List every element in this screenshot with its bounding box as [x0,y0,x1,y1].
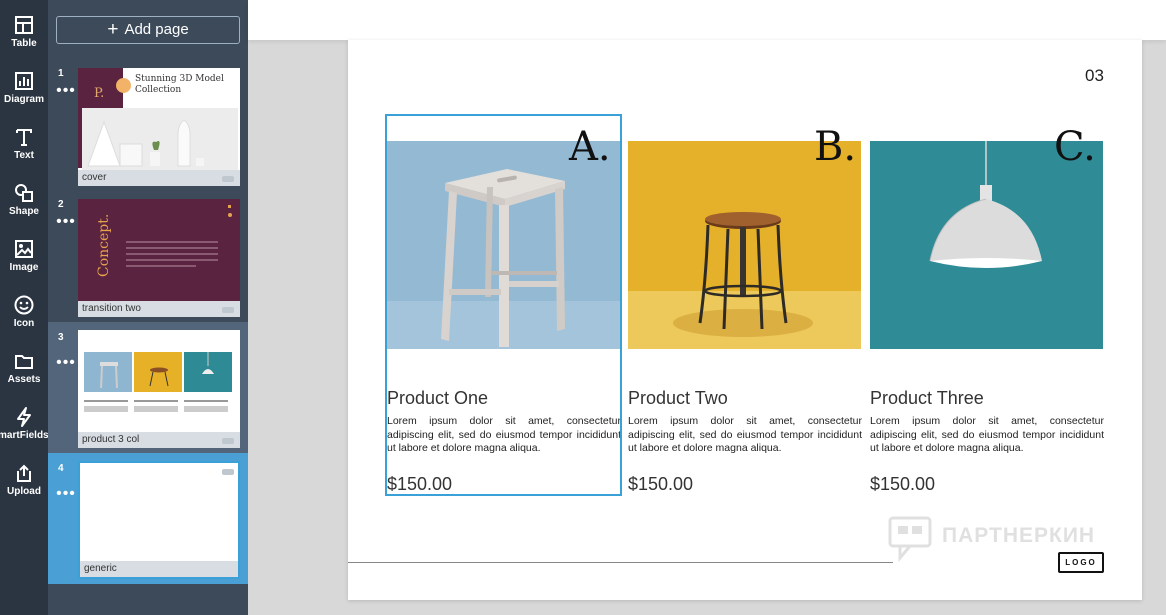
image-tool[interactable]: Image [0,224,48,280]
canvas-topbar [248,0,1166,40]
tool-rail: Table Diagram Text Shape Image Icon Asse… [0,0,49,615]
assets-tool[interactable]: Assets [0,336,48,392]
page-2-count-badge [222,307,234,313]
stool-image [628,141,861,349]
product-three-price[interactable]: $150.00 [870,474,935,495]
text-icon [16,129,32,146]
page-number-2: 2 [58,199,64,210]
table-icon [15,16,33,34]
page-thumbnail-product-3-col[interactable]: product 3 col [78,330,240,448]
page-thumbnail-cover[interactable]: P. Stunning 3D Model Collection cover [78,68,240,186]
smiley-icon [14,295,34,315]
text-tool-label: Text [14,150,34,161]
watermark-text: ПАРТНЕРКИН [942,524,1096,547]
text-tool[interactable]: Text [0,112,48,168]
page-number-3: 3 [58,332,64,343]
page-row-3: 3 ••• product 3 col [48,322,248,453]
page-4-menu-icon[interactable]: ••• [52,486,80,502]
product-card-three[interactable]: C. Product Three Lorem ipsum dolor sit a… [868,40,1104,500]
plus-icon: + [107,19,119,40]
product-two-photo[interactable] [628,141,861,349]
page-2-menu-icon[interactable]: ••• [52,214,80,230]
diagram-tool-label: Diagram [3,94,44,105]
product-card-two[interactable]: B. Product Two Lorem ipsum dolor sit ame… [626,40,862,500]
upload-tool-label: Upload [7,486,41,497]
watermark-icon [888,516,932,563]
table-tool[interactable]: Table [0,0,48,56]
footer-divider [348,562,893,563]
smartfields-tool[interactable]: SmartFields [0,392,49,448]
page-label-transition-two: transition two [78,301,240,317]
icon-tool[interactable]: Icon [0,280,48,336]
pages-panel: + Add page 1 ••• P. Stunning 3D Model Col… [48,0,248,615]
lamp-image [870,141,1103,349]
shape-icon [15,184,33,202]
page-label-product-3-col: product 3 col [78,432,240,448]
product-two-description[interactable]: Lorem ipsum dolor sit amet, consectetur … [628,415,862,456]
page-thumbnail-transition-two[interactable]: Concept. transition two [78,199,240,317]
image-tool-label: Image [9,262,39,273]
add-page-button[interactable]: + Add page [56,16,240,44]
page-label-generic: generic [80,561,238,577]
lightning-icon [17,407,31,427]
product-two-name[interactable]: Product Two [628,388,728,409]
smartfields-tool-label: SmartFields [0,430,49,441]
page-number-4: 4 [58,463,64,474]
product-two-letter[interactable]: B. [814,124,856,170]
add-page-label: Add page [124,21,189,38]
concept-thumb-title: Concept. [96,213,112,277]
product-three-name[interactable]: Product Three [870,388,984,409]
page-row-4: 4 ••• generic [48,453,248,584]
upload-tool[interactable]: Upload [0,448,48,504]
selection-outline[interactable] [385,114,622,496]
product-three-photo[interactable] [870,141,1103,349]
cover-thumb-title: Stunning 3D Model Collection [135,74,224,95]
table-tool-label: Table [11,38,37,49]
page-thumbnail-generic[interactable]: generic [78,461,240,579]
watermark: ПАРТНЕРКИН [886,514,1126,563]
assets-tool-label: Assets [7,374,41,385]
page-number-1: 1 [58,68,64,79]
page-4-count-badge [222,469,234,475]
cover-3d-models-graphic [87,119,204,167]
shape-tool-label: Shape [8,206,39,217]
page-row-1: 1 ••• P. Stunning 3D Model Collection co… [48,66,248,197]
cover-mark: P. [94,86,105,101]
diagram-tool[interactable]: Diagram [0,56,48,112]
page-1-count-badge [222,176,234,182]
diagram-icon [15,72,33,90]
icon-tool-label: Icon [13,318,35,329]
product-two-price[interactable]: $150.00 [628,474,693,495]
product-thumbnails-graphic [100,352,214,389]
product-three-description[interactable]: Lorem ipsum dolor sit amet, consectetur … [870,415,1104,456]
page-label-cover: cover [78,170,240,186]
page-3-count-badge [222,438,234,444]
page-row-2: 2 ••• Concept. transition two [48,197,248,328]
upload-icon [17,464,31,482]
app-window: Table Diagram Text Shape Image Icon Asse… [0,0,1166,615]
image-icon [15,240,33,258]
product-three-letter[interactable]: C. [1054,124,1096,170]
page-3-menu-icon[interactable]: ••• [52,355,80,371]
folder-icon [15,355,33,369]
shape-tool[interactable]: Shape [0,168,48,224]
page-1-menu-icon[interactable]: ••• [52,83,80,99]
